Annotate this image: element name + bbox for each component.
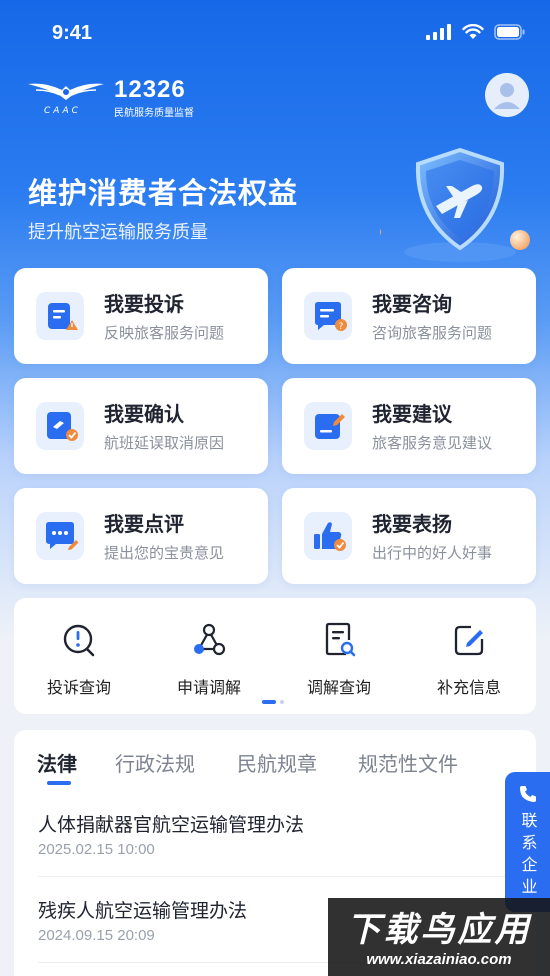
user-avatar[interactable] [485,73,529,117]
card-subtitle: 航班延误取消原因 [104,434,225,452]
signal-icon [426,24,451,40]
mediation-apply-button[interactable]: 申请调解 [154,620,264,700]
contact-enterprise-button[interactable]: 联系企业 [505,772,550,912]
complaint-card[interactable]: 我要投诉 反映旅客服务问题 [14,268,268,364]
complaint-query-icon [63,624,95,657]
watermark: 下载鸟应用 www.xiazainiao.com [328,898,550,976]
card-subtitle: 出行中的好人好事 [372,544,493,562]
card-title: 我要表扬 [372,512,452,536]
quick-action-label: 调解查询 [306,678,371,697]
regulation-title: 人体捐献器官航空运输管理办法 [38,814,305,836]
confirm-card[interactable]: 我要确认 航班延误取消原因 [14,378,268,474]
card-subtitle: 提出您的宝贵意见 [104,544,225,562]
status-bar: 9:41 [0,0,550,70]
page-indicator [262,700,284,704]
review-card[interactable]: 我要点评 提出您的宝贵意见 [14,488,268,584]
divider [38,876,516,877]
hero-subtitle: 提升航空运输服务质量 [28,222,208,243]
consult-card[interactable]: ? 我要咨询 咨询旅客服务问题 [282,268,536,364]
caac-text: CAAC [44,106,81,116]
confirm-icon [36,402,84,450]
status-icons [426,24,526,40]
hero-title: 维护消费者合法权益 [28,176,299,210]
tab-civil-aviation-rules[interactable]: 民航规章 [237,748,317,777]
regulation-title: 残疾人航空运输管理办法 [38,900,248,922]
app-logo: CAAC 12326 民航服务质量监督 [26,76,226,120]
consult-icon: ? [304,292,352,340]
card-title: 我要咨询 [372,292,452,316]
phone-icon [519,786,536,802]
mediation-query-icon [325,622,356,657]
tab-administrative-regulations[interactable]: 行政法规 [115,748,195,777]
card-subtitle: 咨询旅客服务问题 [372,324,493,342]
complaint-icon [36,292,84,340]
praise-card[interactable]: 我要表扬 出行中的好人好事 [282,488,536,584]
shield-plane-illustration [380,147,530,262]
tab-normative-documents[interactable]: 规范性文件 [358,748,458,777]
complaint-query-button[interactable]: 投诉查询 [24,620,134,700]
card-title: 我要确认 [104,402,184,426]
regulation-date: 2024.09.15 20:09 [38,927,155,944]
suggest-card[interactable]: 我要建议 旅客服务意见建议 [282,378,536,474]
quick-action-label: 申请调解 [176,678,241,697]
caac-wings-icon [28,83,104,100]
card-title: 我要建议 [372,402,452,426]
card-title: 我要投诉 [104,292,184,316]
contact-label: 联系企业 [518,812,538,900]
mediation-query-button[interactable]: 调解查询 [284,620,394,700]
card-subtitle: 反映旅客服务问题 [104,324,225,342]
tab-law[interactable]: 法律 [37,748,77,777]
suggest-icon [304,402,352,450]
watermark-url: www.xiazainiao.com [366,951,512,968]
regulation-date: 2025.02.15 10:00 [38,841,155,858]
mediation-apply-icon [194,623,226,656]
card-title: 我要点评 [104,512,184,536]
supplement-button[interactable]: 补充信息 [414,620,524,700]
tab-underline [47,781,71,785]
status-time: 9:41 [52,22,93,44]
quick-action-label: 补充信息 [436,678,501,697]
page-dot-active [262,700,276,704]
brand-number: 12326 [114,76,186,103]
praise-icon [304,512,352,560]
battery-icon [494,24,525,40]
brand-subtitle: 民航服务质量监督 [114,108,194,119]
watermark-title: 下载鸟应用 [346,910,532,950]
wifi-icon [462,24,484,39]
supplement-icon [454,625,484,656]
review-icon [36,512,84,560]
user-icon [485,73,529,117]
page-dot [280,700,284,704]
quick-actions-panel: 投诉查询 申请调解 调解查询 补充信息 [14,598,536,714]
svg-text:?: ? [339,322,344,332]
card-subtitle: 旅客服务意见建议 [372,434,493,452]
quick-action-label: 投诉查询 [46,678,111,697]
